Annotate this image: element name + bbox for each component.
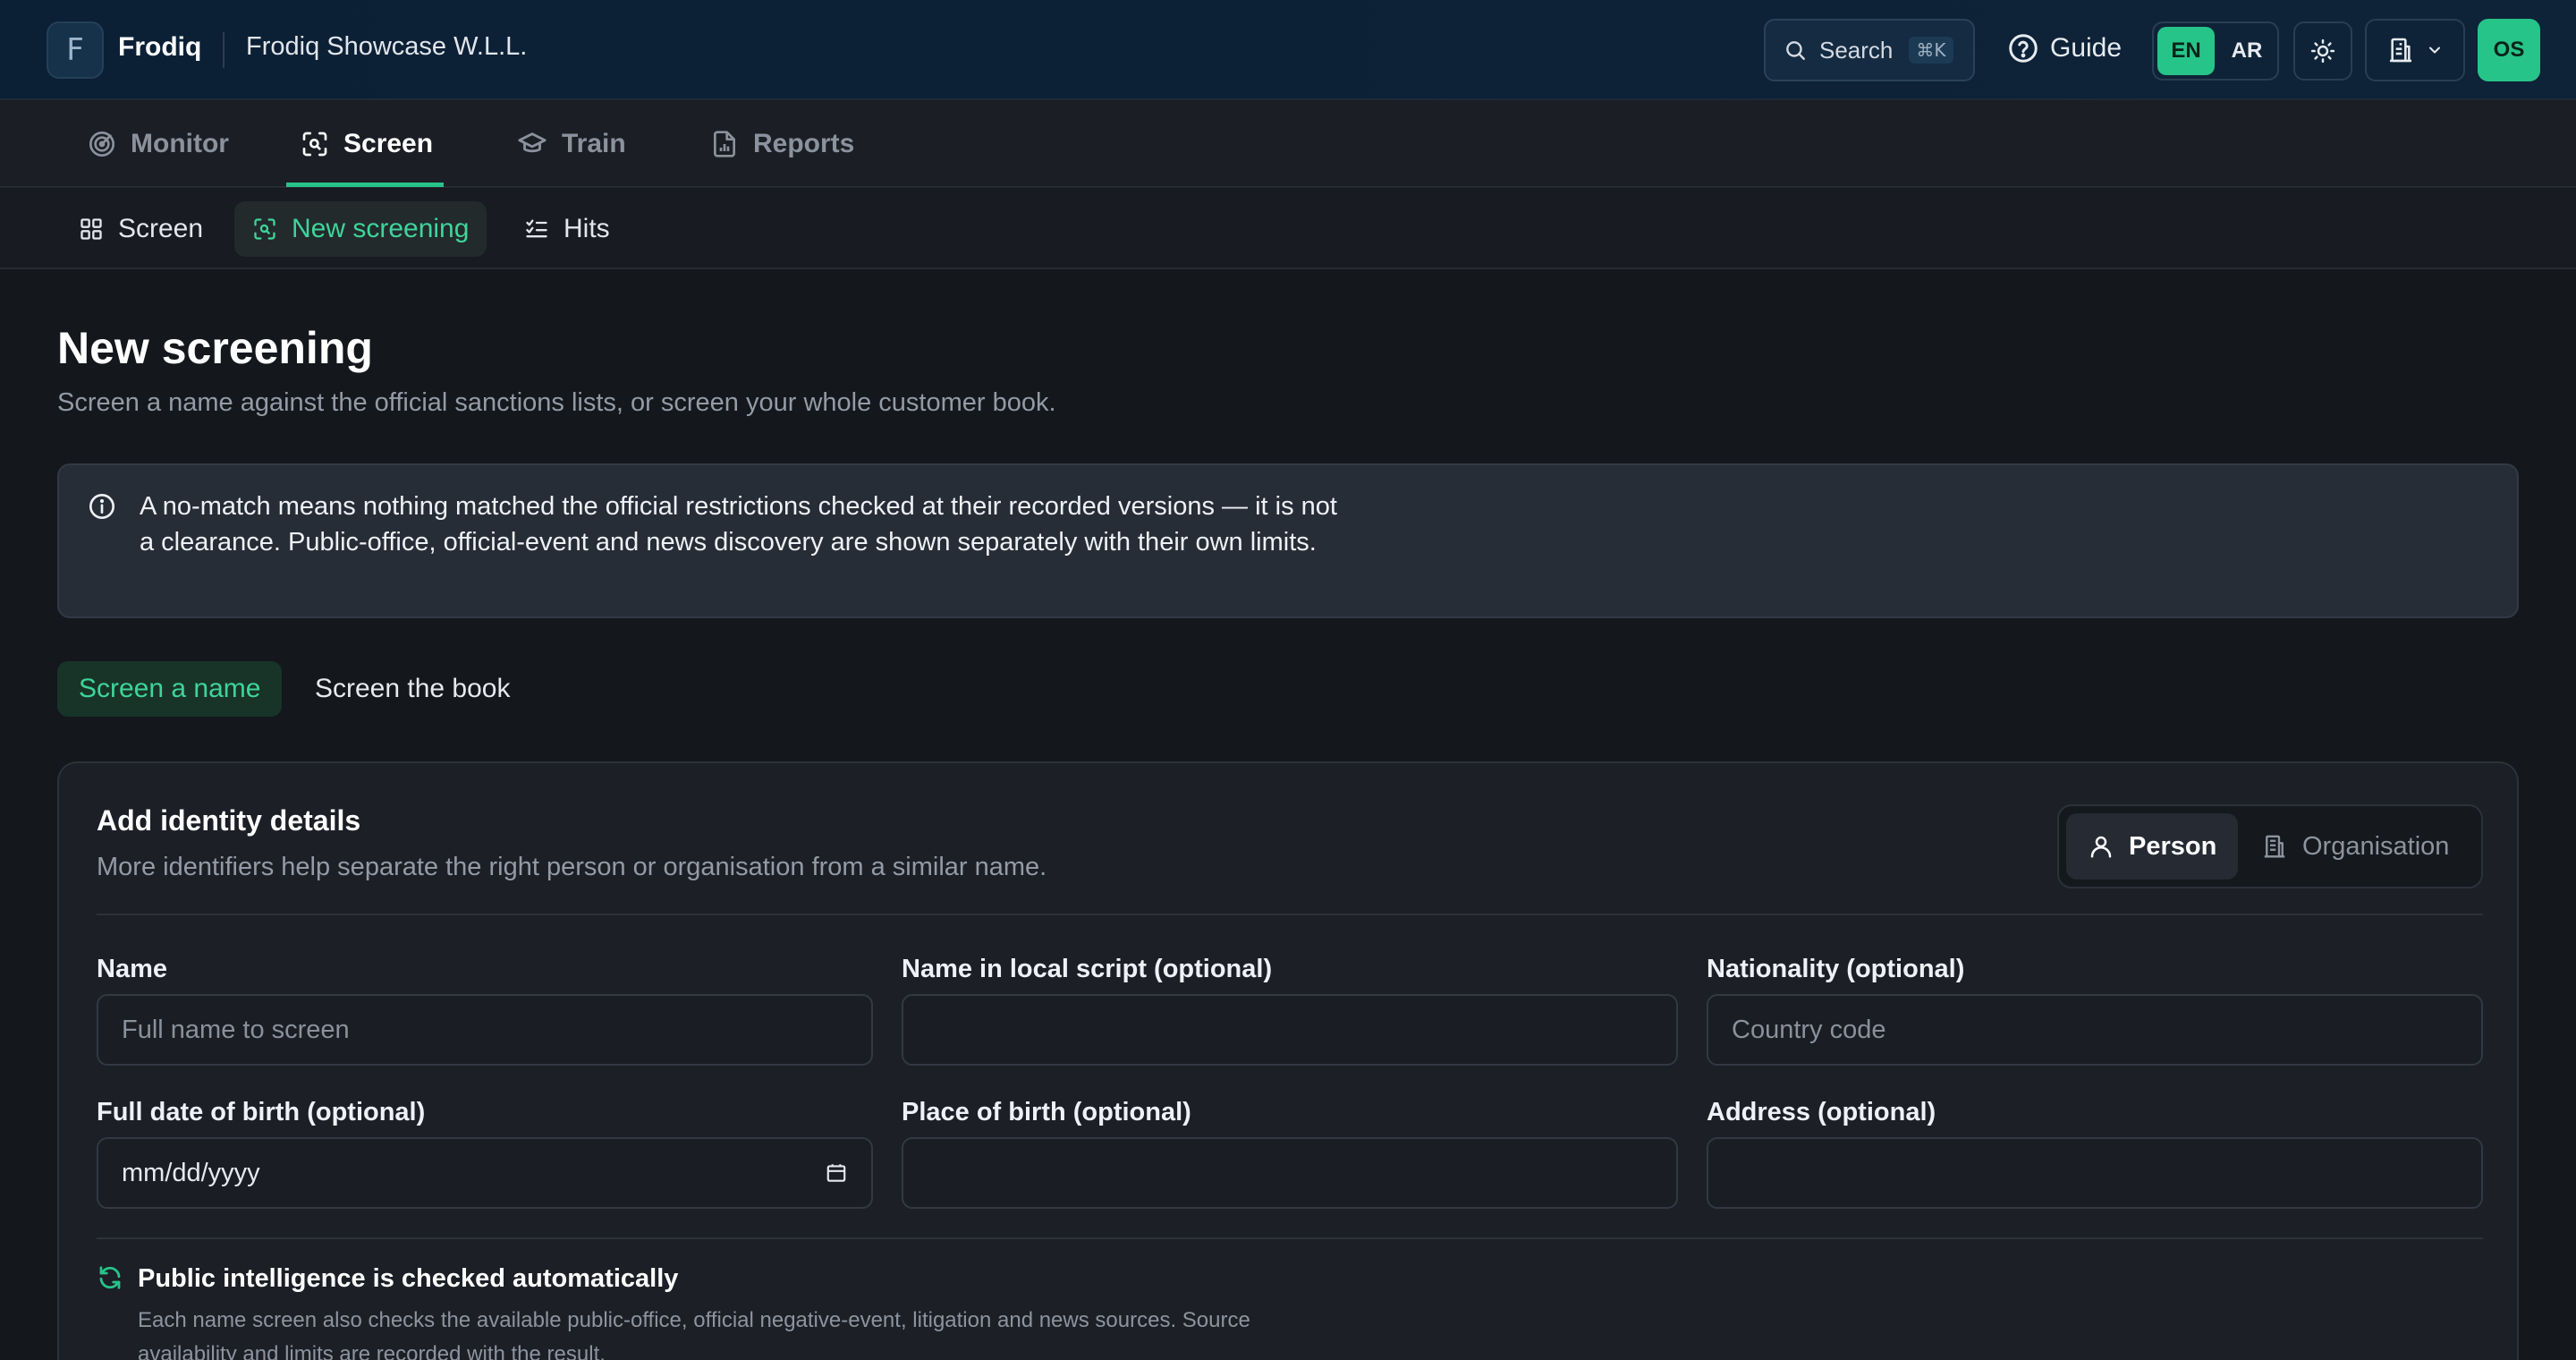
organisation-option-label: Organisation [2302,831,2450,861]
subnav-screen-label: Screen [118,214,204,243]
tab-train-label: Train [562,129,626,158]
language-en-button[interactable]: EN [2157,27,2215,75]
name-label: Name [97,955,167,983]
primary-tabs: Monitor Screen Train Reports [0,100,2576,188]
logo-letter: F [66,32,84,68]
info-icon [88,492,116,521]
tab-train[interactable]: Train [517,100,626,188]
tab-reports[interactable]: Reports [710,100,854,188]
file-chart-icon [710,130,739,158]
search-shortcut: ⌘K [1909,37,1953,64]
chevron-down-icon [2426,41,2444,59]
theme-toggle-button[interactable] [2293,21,2352,81]
guide-button[interactable]: Guide [2007,32,2122,64]
dob-format: mm/dd/yyyy [122,1158,260,1187]
person-option-label: Person [2129,831,2217,861]
nationality-input[interactable] [1707,994,2483,1066]
entity-kind-toggle: Person Organisation [2057,804,2483,888]
form-divider-lower [97,1237,2483,1239]
radar-icon [88,130,116,158]
intel-title: Public intelligence is checked automatic… [138,1264,679,1293]
tab-reports-label: Reports [753,129,855,158]
tab-screen-the-book[interactable]: Screen the book [293,661,531,717]
pob-label: Place of birth (optional) [902,1098,1191,1126]
address-input[interactable] [1707,1137,2483,1209]
subnav-new-screening-label: New screening [292,214,470,243]
language-ar-button[interactable]: AR [2218,27,2275,75]
organisation-switcher[interactable] [2365,19,2465,81]
app-logo[interactable]: F [47,21,104,79]
tab-screen[interactable]: Screen [301,100,433,188]
help-circle-icon [2007,32,2039,64]
subnav-new-screening[interactable]: New screening [234,201,487,257]
building-icon [2261,833,2288,860]
user-icon [2088,833,2114,860]
tab-monitor-label: Monitor [131,129,229,158]
subnav-hits[interactable]: Hits [506,201,628,257]
list-checks-icon [524,217,549,242]
search-icon [1784,38,1807,62]
name-input[interactable] [97,994,873,1066]
top-bar: F Frodiq Frodiq Showcase W.L.L. Search ⌘… [0,0,2576,100]
grid-icon [79,217,104,242]
active-tab-indicator [286,183,444,187]
language-switcher: EN AR [2152,21,2279,81]
identity-form-card: Add identity details More identifiers he… [57,761,2519,1360]
pob-input[interactable] [902,1137,1678,1209]
nationality-label: Nationality (optional) [1707,955,1965,983]
brand-name[interactable]: Frodiq [118,32,201,63]
calendar-icon[interactable] [825,1161,848,1185]
person-option[interactable]: Person [2066,813,2239,880]
organisation-name: Frodiq Showcase W.L.L. [246,32,528,61]
info-notice: A no-match means nothing matched the off… [57,463,2519,618]
sun-icon [2309,38,2336,64]
tab-monitor[interactable]: Monitor [88,100,229,188]
graduation-cap-icon [517,129,547,159]
sub-navigation: Screen New screening Hits [0,189,2576,269]
page-subtitle: Screen a name against the official sanct… [57,388,1056,417]
guide-label: Guide [2050,33,2123,63]
local-name-label: Name in local script (optional) [902,955,1273,983]
search-button[interactable]: Search ⌘K [1764,19,1975,81]
tab-screen-a-name[interactable]: Screen a name [57,661,283,717]
page-title: New screening [57,323,373,373]
intel-text: Each name screen also checks the availab… [138,1308,1250,1360]
dob-label: Full date of birth (optional) [97,1098,426,1126]
local-name-input[interactable] [902,994,1678,1066]
notice-text: A no-match means nothing matched the off… [140,492,1337,557]
dob-input[interactable]: mm/dd/yyyy [97,1137,873,1209]
brand-divider [223,32,225,68]
scan-face-icon [252,217,277,242]
search-label: Search [1819,36,1894,64]
address-label: Address (optional) [1707,1098,1936,1126]
subnav-hits-label: Hits [564,214,610,243]
organisation-option[interactable]: Organisation [2240,813,2470,880]
form-subtitle: More identifiers help separate the right… [97,853,1047,881]
subnav-screen[interactable]: Screen [61,201,221,257]
building-icon [2386,36,2415,64]
tab-screen-label: Screen [343,129,434,158]
user-avatar[interactable]: OS [2478,19,2540,81]
scan-face-icon [301,130,329,158]
refresh-icon [97,1264,123,1291]
form-divider [97,914,2483,915]
form-title: Add identity details [97,804,361,837]
